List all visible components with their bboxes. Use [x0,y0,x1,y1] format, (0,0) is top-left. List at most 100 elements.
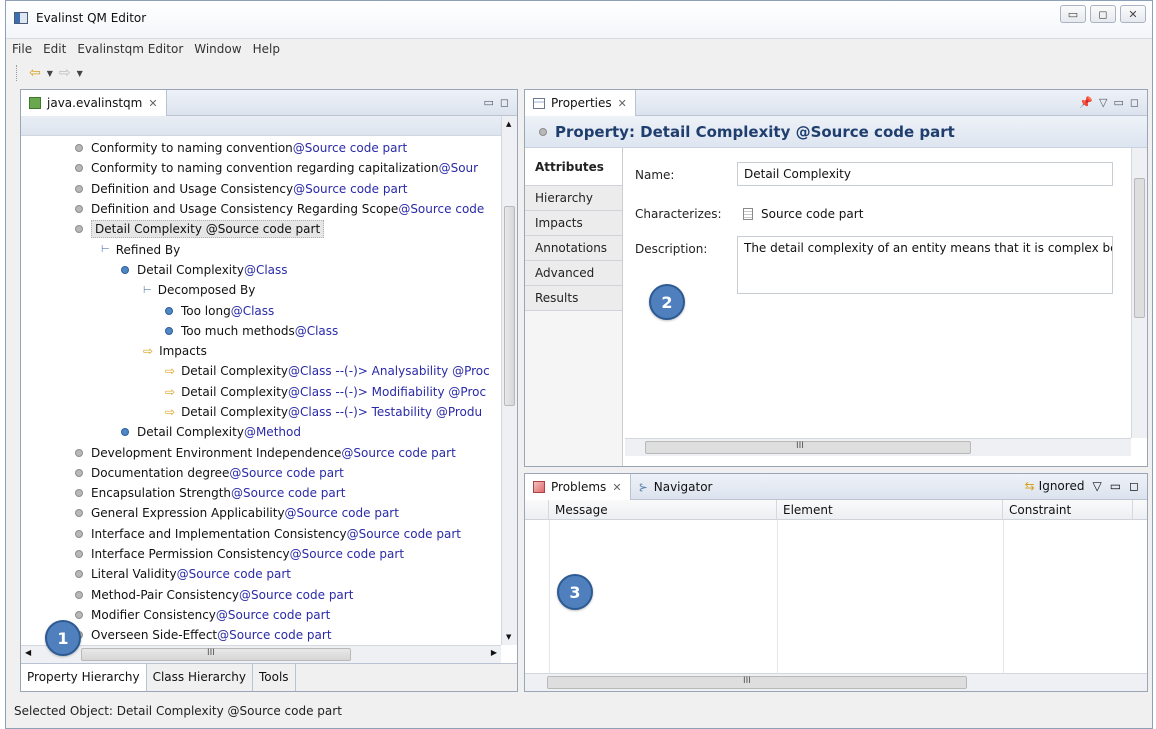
properties-heading: Property: Detail Complexity @Source code… [555,122,955,141]
callout-badge-1: 1 [45,620,81,656]
tree-item[interactable]: ⇨ Impacts [21,341,501,361]
menu-evalinstqm-editor[interactable]: Evalinstqm Editor [77,42,183,56]
impact-arrow-icon: ⇨ [165,405,176,419]
tab-problems[interactable]: Problems ✕ [525,474,631,500]
problems-h-scroll-thumb[interactable]: III [547,676,967,689]
close-tab-icon[interactable]: ✕ [148,97,157,110]
scroll-down-icon[interactable]: ▼ [506,633,511,641]
tab-tools[interactable]: Tools [253,664,296,691]
tree-item-selected[interactable]: Detail Complexity @Source code part [21,219,501,239]
tree-item[interactable]: Literal Validity @Source code part [21,564,501,584]
tree-item[interactable]: ⇨ Detail Complexity @Class --(-)> Testabi… [21,402,501,422]
tab-impacts[interactable]: Impacts [525,211,622,236]
tab-annotations[interactable]: Annotations [525,236,622,261]
back-arrow-icon[interactable]: ⇦ [29,65,41,81]
tree-item[interactable]: Modifier Consistency @Source code part [21,605,501,625]
tree-item[interactable]: ⇨ Detail Complexity @Class --(-)> Modifia… [21,382,501,402]
tree-item[interactable]: Conformity to naming convention regardin… [21,158,501,178]
tree-item[interactable]: Definition and Usage Consistency Regardi… [21,199,501,219]
properties-h-scroll-thumb[interactable]: III [645,441,971,454]
close-tab-icon[interactable]: ✕ [618,97,627,110]
tree-item[interactable]: ⊢ Decomposed By [21,280,501,300]
characterizes-value[interactable]: Source code part [743,207,863,221]
column-message[interactable]: Message [549,500,777,519]
tree-item[interactable]: Method-Pair Consistency @Source code par… [21,585,501,605]
forward-arrow-icon[interactable]: ⇨ [59,65,71,81]
decomposed-by-icon: ⊢ [143,284,152,296]
description-field[interactable]: The detail complexity of an entity means… [737,236,1113,294]
tab-class-hierarchy[interactable]: Class Hierarchy [147,664,253,691]
view-menu-icon[interactable]: ▽ [1099,96,1107,109]
close-button[interactable]: ✕ [1120,5,1146,23]
property-icon [75,164,83,173]
tab-attributes[interactable]: Attributes [525,148,622,186]
scroll-right-icon[interactable]: ▶ [491,648,497,657]
minimize-view-icon[interactable]: ▭ [1113,96,1123,109]
problems-horizontal-scrollbar[interactable]: III [525,673,1147,691]
property-icon [75,529,83,538]
tab-navigator[interactable]: ⊱ Navigator [631,474,721,500]
minimize-button[interactable]: ▭ [1060,5,1086,23]
property-icon [75,489,83,498]
minimize-view-icon[interactable]: ▭ [1110,479,1121,493]
tree-horizontal-scrollbar[interactable]: ◀ III ▶ [21,645,501,663]
tree-item[interactable]: ⇨ Detail Complexity @Class --(-)> Analysa… [21,361,501,381]
properties-vertical-scrollbar[interactable] [1131,148,1147,438]
close-tab-icon[interactable]: ✕ [612,481,621,494]
tab-results[interactable]: Results [525,286,622,311]
maximize-view-icon[interactable]: ◻ [1129,479,1139,493]
callout-badge-2: 2 [649,284,685,320]
tree-item[interactable]: Too much methods @Class [21,321,501,341]
properties-horizontal-scrollbar[interactable]: III [625,438,1131,456]
menu-edit[interactable]: Edit [43,42,66,56]
hierarchy-tabstrip: java.evalinstqm ✕ ▭ ◻ [21,90,517,116]
filter-toggle[interactable]: ⇆ Ignored [1025,479,1085,493]
tab-property-hierarchy[interactable]: Property Hierarchy [21,664,147,691]
properties-scroll-thumb[interactable] [1134,178,1145,318]
tab-advanced[interactable]: Advanced [525,261,622,286]
maximize-view-icon[interactable]: ◻ [1130,96,1139,109]
menu-file[interactable]: File [12,42,32,56]
tree-item[interactable]: Definition and Usage Consistency @Source… [21,179,501,199]
pin-icon[interactable]: 📌 [1079,96,1093,109]
menu-bar: File Edit Evalinstqm Editor Window Help [6,39,1152,59]
tree-item[interactable]: Too long @Class [21,300,501,320]
tab-java-evalinstqm[interactable]: java.evalinstqm ✕ [21,90,167,116]
tree-item[interactable]: Interface Permission Consistency @Source… [21,544,501,564]
window-controls: ▭ ◻ ✕ [1060,5,1146,23]
property-icon [165,306,173,315]
forward-dropdown-icon[interactable]: ▼ [77,69,83,78]
column-constraint[interactable]: Constraint [1003,500,1133,519]
tree-item[interactable]: Documentation degree @Source code part [21,463,501,483]
tree-item[interactable]: Detail Complexity @Method [21,422,501,442]
minimize-view-icon[interactable]: ▭ [483,96,493,109]
tree-h-scroll-thumb[interactable]: III [81,648,351,661]
maximize-button[interactable]: ◻ [1090,5,1116,23]
menu-window[interactable]: Window [194,42,241,56]
scroll-left-icon[interactable]: ◀ [25,648,31,657]
tab-hierarchy[interactable]: Hierarchy [525,186,622,211]
column-element[interactable]: Element [777,500,1003,519]
tree-item[interactable]: Overseen Side-Effect @Source code part [21,625,501,645]
name-field[interactable]: Detail Complexity [737,162,1113,186]
tree-item[interactable]: Development Environment Independence @So… [21,442,501,462]
tab-properties[interactable]: Properties ✕ [525,90,636,116]
back-dropdown-icon[interactable]: ▼ [47,69,53,78]
maximize-view-icon[interactable]: ◻ [500,96,509,109]
tree-header [21,116,501,136]
tree-item[interactable]: Conformity to naming convention @Source … [21,138,501,158]
tree-item[interactable]: General Expression Applicability @Source… [21,503,501,523]
scroll-up-icon[interactable]: ▲ [506,120,511,128]
property-icon [75,550,83,559]
view-menu-icon[interactable]: ▽ [1092,479,1101,493]
properties-heading-bar: Property: Detail Complexity @Source code… [525,116,1147,148]
tree-item[interactable]: Interface and Implementation Consistency… [21,524,501,544]
impacts-arrow-icon: ⇨ [143,344,154,359]
characterizes-label: Characterizes: [635,207,722,221]
tree-vertical-scrollbar[interactable]: ▲ ▼ [501,116,517,645]
tree-item[interactable]: Encapsulation Strength @Source code part [21,483,501,503]
menu-help[interactable]: Help [253,42,280,56]
tree-item[interactable]: Detail Complexity @Class [21,260,501,280]
tree-scroll-thumb[interactable] [504,206,515,406]
tree-item[interactable]: ⊢ Refined By [21,239,501,259]
